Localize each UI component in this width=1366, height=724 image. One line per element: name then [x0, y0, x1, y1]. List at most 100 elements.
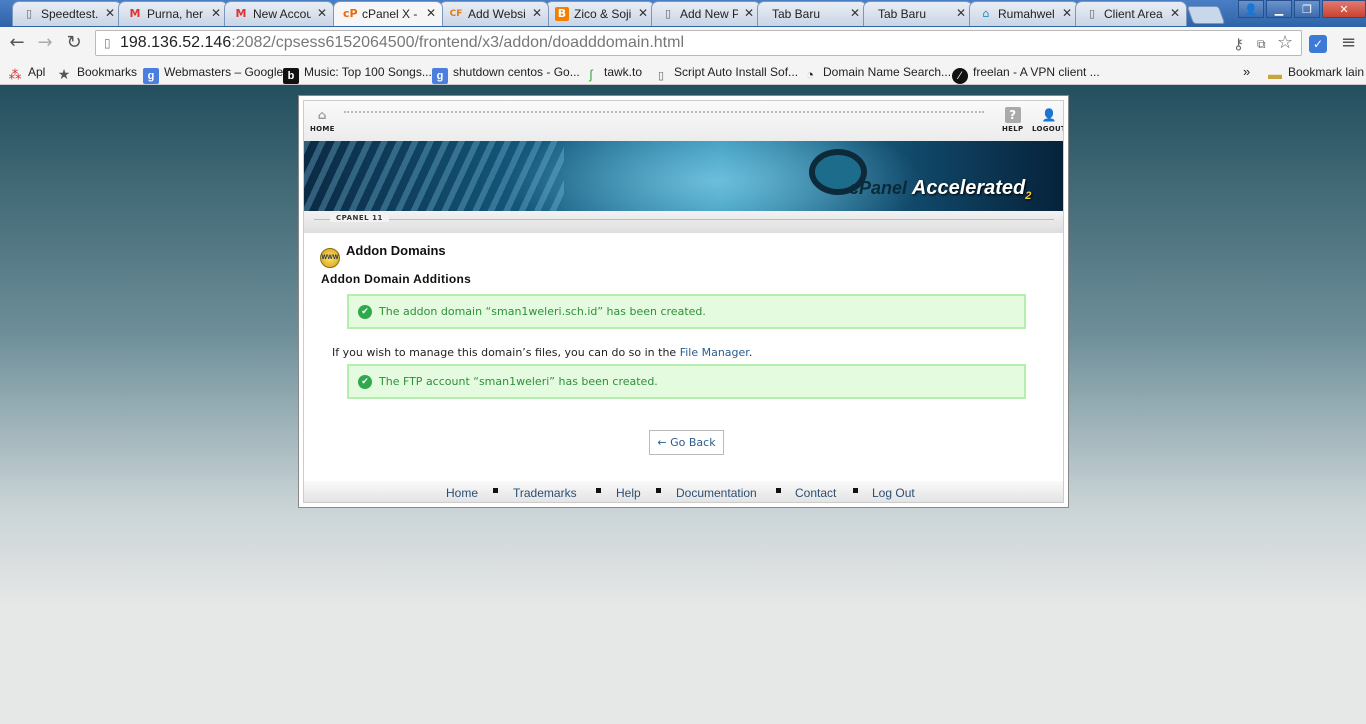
tab-client-area[interactable]: ▯ Client Area ✕ — [1075, 1, 1187, 26]
close-window-button[interactable]: ✕ — [1322, 0, 1366, 18]
divider — [344, 111, 984, 119]
version-label: CPANEL 11 — [330, 214, 389, 222]
tab-title: Add Websi — [468, 7, 526, 21]
tab-new-tab-1[interactable]: Tab Baru ✕ — [757, 1, 867, 26]
tab-title: Tab Baru — [772, 7, 821, 21]
cpanel-top-bar: ⌂ HOME ? HELP 👤 LOGOUT — [304, 101, 1063, 141]
restore-button[interactable]: ❐ — [1294, 0, 1320, 18]
apps-grid-icon: ⁂ — [8, 67, 22, 82]
footer-separator — [656, 488, 661, 493]
tab-title: Tab Baru — [878, 7, 927, 21]
profile-icon[interactable]: 👤 — [1238, 0, 1264, 18]
browser-toolbar: ← → ↻ ▯ 198.136.52.146:2082/cpsess615206… — [0, 27, 1366, 59]
close-icon[interactable]: ✕ — [532, 6, 542, 20]
footer-link-logout[interactable]: Log Out — [872, 486, 915, 500]
file-manager-link[interactable]: File Manager — [680, 346, 749, 359]
close-icon[interactable]: ✕ — [1062, 6, 1072, 20]
page-icon: ▯ — [25, 7, 33, 20]
close-icon[interactable]: ✕ — [317, 6, 327, 20]
tab-gmail-purna[interactable]: M Purna, her ✕ — [118, 1, 228, 26]
back-arrow-icon[interactable]: ← — [5, 31, 29, 55]
footer-link-home[interactable]: Home — [446, 486, 478, 500]
close-icon[interactable]: ✕ — [105, 6, 115, 20]
star-icon[interactable]: ☆ — [1277, 32, 1293, 53]
tab-title: cPanel X - — [362, 7, 418, 21]
new-tab-button[interactable] — [1186, 6, 1226, 24]
tab-add-new-post[interactable]: ▯ Add New P ✕ — [651, 1, 761, 26]
close-icon[interactable]: ✕ — [211, 6, 221, 20]
star-icon: ★ — [57, 66, 71, 82]
folder-icon: ▬ — [1268, 66, 1282, 82]
tab-speedtest[interactable]: ▯ Speedtest. ✕ — [12, 1, 122, 26]
success-text: The addon domain “sman1weleri.sch.id” ha… — [379, 305, 706, 318]
bookmark-shutdown-centos[interactable]: g shutdown centos - Go... — [432, 63, 580, 84]
tab-zico-soji[interactable]: B Zico & Soji ✕ — [545, 1, 655, 26]
minimize-button[interactable]: ▁ — [1266, 0, 1292, 18]
bookmark-other-folder[interactable]: ▬ Bookmark lain — [1267, 63, 1364, 82]
url-text: 198.136.52.146:2082/cpsess6152064500/fro… — [120, 34, 685, 51]
footer-link-help[interactable]: Help — [616, 486, 641, 500]
go-back-button[interactable]: ← Go Back — [649, 430, 724, 455]
file-manager-info: If you wish to manage this domain’s file… — [332, 346, 753, 359]
success-message-domain: ✔ The addon domain “sman1weleri.sch.id” … — [347, 294, 1026, 329]
bookmark-freelan[interactable]: ⁄ freelan - A VPN client ... — [952, 63, 1100, 84]
www-icon: WWW — [320, 248, 340, 268]
bookmarks-more-button[interactable]: » — [1243, 63, 1250, 81]
gmail-icon: M — [235, 7, 247, 20]
google-icon: g — [143, 68, 159, 84]
footer-separator — [596, 488, 601, 493]
page-icon: ▯ — [1088, 7, 1096, 20]
cpanel-version-bar: CPANEL 11 — [304, 211, 1063, 233]
help-button[interactable]: ? HELP — [1002, 107, 1023, 133]
bookmark-tawk[interactable]: ʃ tawk.to — [583, 63, 642, 82]
tab-title: Client Area — [1104, 7, 1163, 21]
cf-icon: CF — [449, 9, 463, 19]
close-icon[interactable]: ✕ — [744, 6, 754, 20]
close-icon[interactable]: ✕ — [638, 6, 648, 20]
cpanel-frame: ⌂ HOME ? HELP 👤 LOGOUT cPanel Accelerate… — [298, 95, 1069, 508]
cpanel-inner: ⌂ HOME ? HELP 👤 LOGOUT cPanel Accelerate… — [303, 100, 1064, 503]
tab-add-website[interactable]: CF Add Websi ✕ — [439, 1, 549, 26]
divider — [314, 219, 1054, 220]
close-icon[interactable]: ✕ — [850, 6, 860, 20]
blogger-icon: B — [555, 7, 569, 21]
logout-button[interactable]: 👤 LOGOUT — [1032, 107, 1063, 133]
footer-link-trademarks[interactable]: Trademarks — [513, 486, 577, 500]
bookmark-script-auto-install[interactable]: ▯ Script Auto Install Sof... — [653, 63, 798, 82]
tab-title: Add New P — [680, 7, 738, 21]
menu-icon[interactable]: ≡ — [1341, 32, 1356, 53]
key-icon[interactable]: ⚷ — [1233, 35, 1244, 53]
footer-link-documentation[interactable]: Documentation — [676, 486, 757, 500]
footer-link-contact[interactable]: Contact — [795, 486, 836, 500]
address-bar[interactable]: ▯ 198.136.52.146:2082/cpsess6152064500/f… — [95, 30, 1302, 56]
translate-icon[interactable]: ⧉ — [1257, 37, 1266, 52]
tab-rumahweb[interactable]: ⌂ Rumahwel ✕ — [969, 1, 1079, 26]
close-icon[interactable]: ✕ — [1170, 6, 1180, 20]
bookmark-music[interactable]: b Music: Top 100 Songs... — [283, 63, 432, 84]
tab-title: Purna, her — [147, 7, 204, 21]
footer-separator — [493, 488, 498, 493]
browser-tab-bar: ▯ Speedtest. ✕ M Purna, her ✕ M New Acco… — [0, 0, 1366, 27]
gmail-icon: M — [129, 7, 141, 20]
bookmark-webmasters[interactable]: g Webmasters – Google — [143, 63, 283, 84]
close-icon[interactable]: ✕ — [426, 6, 436, 20]
google-icon: g — [432, 68, 448, 84]
forward-arrow-icon[interactable]: → — [33, 31, 57, 55]
reload-icon[interactable]: ↻ — [62, 31, 86, 55]
footer-separator — [853, 488, 858, 493]
tab-title: New Accou — [253, 7, 311, 21]
bookmark-apps[interactable]: ⁂ Apl — [7, 63, 46, 82]
close-icon[interactable]: ✕ — [956, 6, 966, 20]
freelan-icon: ⁄ — [952, 68, 968, 84]
extension-icon[interactable]: ✓ — [1309, 35, 1327, 53]
page-icon: ▯ — [104, 36, 111, 50]
bookmark-domain-name-search[interactable]: ◔ Domain Name Search... — [802, 63, 951, 82]
tab-gmail-new-account[interactable]: M New Accou ✕ — [224, 1, 334, 26]
tab-cpanel[interactable]: cP cPanel X - ✕ — [333, 1, 443, 26]
check-circle-icon: ✔ — [358, 375, 372, 389]
cpanel-banner: cPanel Accelerated2 — [304, 141, 1063, 211]
home-button[interactable]: ⌂ HOME — [310, 107, 335, 133]
bookmark-bookmarks[interactable]: ★ Bookmarks — [56, 63, 137, 82]
tab-new-tab-2[interactable]: Tab Baru ✕ — [863, 1, 973, 26]
success-message-ftp: ✔ The FTP account “sman1weleri” has been… — [347, 364, 1026, 399]
